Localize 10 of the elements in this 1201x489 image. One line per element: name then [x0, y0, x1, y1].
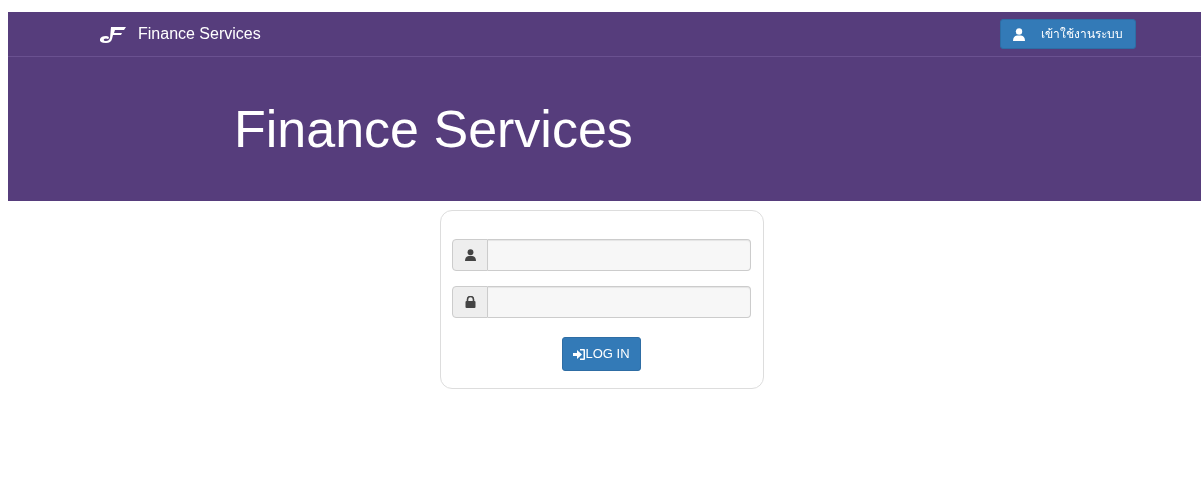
login-button[interactable]: LOG IN [562, 337, 641, 371]
brand-name[interactable]: Finance Services [138, 22, 261, 46]
login-button[interactable]: เข้าใช้งานระบบ [1000, 19, 1136, 49]
user-icon [464, 249, 476, 261]
lock-icon [464, 296, 476, 308]
username-field[interactable] [488, 239, 751, 271]
sign-in-icon [573, 349, 586, 361]
hero-title: Finance Services [234, 98, 633, 160]
user-icon [1013, 27, 1025, 41]
password-field[interactable] [488, 286, 751, 318]
